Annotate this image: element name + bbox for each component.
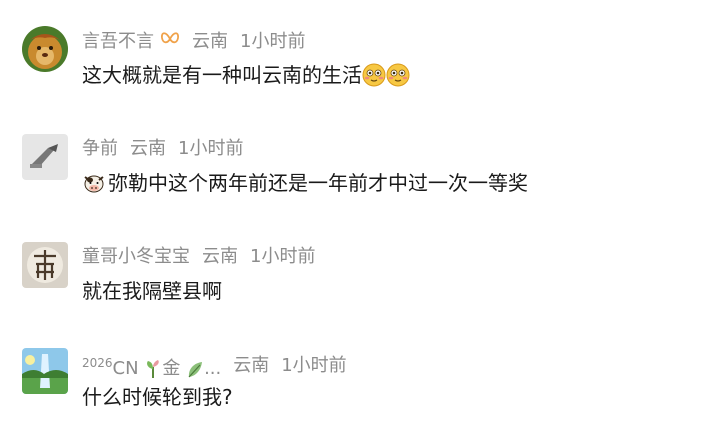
avatar[interactable] bbox=[22, 26, 68, 72]
comment-text: 什么时候轮到我? bbox=[82, 384, 233, 410]
comment-text: 这大概就是有一种叫云南的生活 bbox=[82, 62, 410, 88]
leaf-icon bbox=[186, 359, 204, 379]
timestamp: 1小时前 bbox=[240, 31, 306, 52]
comment-meta: 言吾不言 云南 1小时前 bbox=[82, 30, 305, 54]
username[interactable]: 言吾不言 bbox=[82, 31, 154, 53]
comment-item: 争前 云南 1小时前 弥勒中这个两年前还是一年前才中过一次一等奖 bbox=[0, 126, 706, 216]
comment-meta: 争前 云南 1小时前 bbox=[82, 138, 243, 160]
username-cn: CN bbox=[112, 358, 139, 379]
timestamp: 1小时前 bbox=[250, 246, 316, 267]
comment-body: 弥勒中这个两年前还是一年前才中过一次一等奖 bbox=[108, 171, 528, 195]
avatar[interactable] bbox=[22, 134, 68, 180]
location: 云南 bbox=[202, 246, 238, 267]
comment-body: 这大概就是有一种叫云南的生活 bbox=[82, 63, 362, 87]
location: 云南 bbox=[130, 138, 166, 159]
plant-icon bbox=[144, 359, 162, 379]
avatar[interactable] bbox=[22, 242, 68, 288]
username[interactable]: 争前 bbox=[82, 138, 118, 160]
comment-meta: 童哥小冬宝宝 云南 1小时前 bbox=[82, 246, 315, 268]
flushed-emoji-icon bbox=[362, 63, 386, 87]
timestamp: 1小时前 bbox=[281, 355, 347, 376]
location: 云南 bbox=[192, 31, 228, 52]
comment-body: 就在我隔壁县啊 bbox=[82, 279, 222, 303]
timestamp: 1小时前 bbox=[178, 138, 244, 159]
username-ellipsis: ... bbox=[204, 358, 222, 379]
comment-item: 2026CN 金 ... 云南 1小时前 什么时候轮到我? bbox=[0, 340, 706, 430]
comment-text: 就在我隔壁县啊 bbox=[82, 278, 222, 304]
comment-body: 什么时候轮到我? bbox=[82, 385, 233, 409]
username[interactable]: 童哥小冬宝宝 bbox=[82, 246, 190, 268]
cow-emoji-icon bbox=[82, 171, 106, 195]
username-char: 金 bbox=[162, 358, 181, 379]
flushed-emoji-icon bbox=[386, 63, 410, 87]
comment-item: 言吾不言 云南 1小时前 这大概就是有一种叫云南的生活 bbox=[0, 18, 706, 108]
comment-item: 童哥小冬宝宝 云南 1小时前 就在我隔壁县啊 bbox=[0, 234, 706, 324]
butterfly-icon bbox=[160, 30, 180, 54]
comment-meta: 2026CN 金 ... 云南 1小时前 bbox=[82, 352, 347, 380]
username-prefix: 2026 bbox=[82, 356, 113, 370]
location: 云南 bbox=[233, 355, 270, 376]
avatar[interactable] bbox=[22, 348, 68, 394]
comment-text: 弥勒中这个两年前还是一年前才中过一次一等奖 bbox=[82, 170, 528, 196]
username[interactable]: 2026CN 金 ... bbox=[82, 352, 221, 380]
